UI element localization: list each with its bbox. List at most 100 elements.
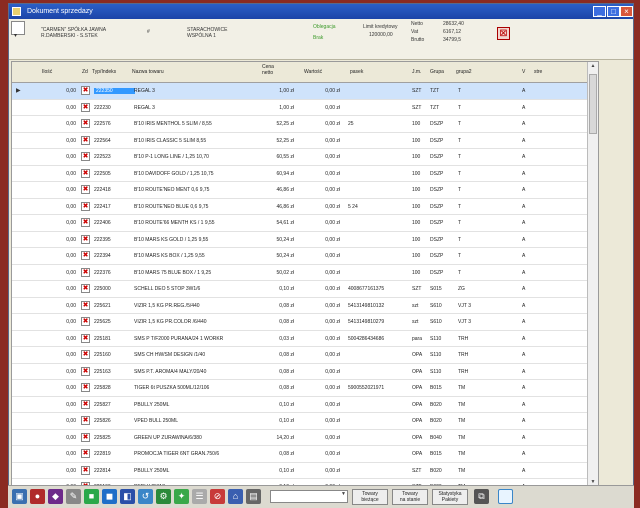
towary-biezace-line2: bieżące [361,497,379,503]
row-delete-checkbox[interactable]: ✖ [81,284,90,293]
row-delete-checkbox[interactable]: ✖ [81,102,90,112]
app-icon-2[interactable]: ● [30,489,45,504]
col-cena[interactable]: Cena netto [262,64,274,76]
table-row[interactable]: ✖ 0,00 222576 B'10 IRIS MENTHOL 5 SLIM / 8,… [12,116,598,133]
table-row[interactable]: ✖ 0,00 222417 B'10 ROUTE'NEO BLUE 0,6 9,75 4… [12,199,598,215]
row-delete-checkbox[interactable]: ✖ [81,267,90,277]
row-delete-checkbox[interactable]: ✖ [81,251,90,260]
delete-document-icon[interactable]: ⊠ [497,27,510,40]
table-row[interactable]: ✖ 0,00 222394 B'10 MARS KS BOX / 1,25 9,55 5… [12,248,598,265]
table-row[interactable]: ✖ 0,00 225827 PBULLY 250ML 0,10 zł 0,00 zł OPA… [12,397,598,413]
app-icon-1[interactable]: ▣ [12,489,27,504]
row-delete-checkbox[interactable]: ✖ [81,432,90,442]
close-icon[interactable]: × [620,6,633,17]
minimize-icon[interactable]: _ [593,6,606,17]
table-row[interactable]: ✖ 0,00 222814 PBULLY 250ML 0,10 zł 0,00 zł SZT… [12,463,598,479]
statystyka-button[interactable]: Statystyka Pakiety [432,489,468,505]
cell-value: 0,00 zł [325,368,340,375]
row-delete-checkbox[interactable]: ✖ [81,383,90,392]
col-typ[interactable]: Typ/Indeks [92,69,116,75]
scrollbar-thumb[interactable] [589,74,597,134]
row-delete-checkbox[interactable]: ✖ [81,234,90,244]
toolbar-search-input[interactable]: ▼ [270,490,348,503]
row-delete-checkbox[interactable]: ✖ [81,119,90,128]
row-delete-checkbox[interactable]: ✖ [81,300,90,310]
table-row[interactable]: ✖ 0,00 222395 B'10 MARS KS GOLD / 1,25 9,55… [12,232,598,248]
row-delete-checkbox[interactable]: ✖ [81,366,90,376]
col-jm[interactable]: J.m. [412,69,421,75]
row-delete-checkbox[interactable]: ✖ [81,168,90,178]
app-icon-11[interactable]: ☰ [192,489,207,504]
row-delete-checkbox[interactable]: ✖ [81,416,90,425]
row-delete-checkbox[interactable]: ✖ [81,135,90,145]
row-delete-checkbox[interactable]: ✖ [81,449,90,458]
row-delete-checkbox[interactable]: ✖ [81,185,90,194]
cell-grupa2: T [458,253,462,259]
panel-toggle-icon[interactable] [498,489,513,504]
row-delete-checkbox[interactable]: ✖ [81,399,90,409]
cell-grupa: DSZP [430,187,444,193]
towary-biezace-button[interactable]: Towary bieżące [352,489,388,505]
row-delete-checkbox[interactable]: ✖ [81,317,90,326]
table-row[interactable]: ✖ 0,00 222418 B'10 ROUTE'NEO MENT 0,6 9,75 4… [12,182,598,199]
table-row[interactable]: ✖ 0,00 225163 SMS P.T. AROMA/4 MALY/20/40 0,… [12,364,598,380]
row-delete-checkbox[interactable]: ✖ [81,152,90,161]
app-icon-8[interactable]: ↺ [138,489,153,504]
col-grupa[interactable]: Grupa [430,69,444,75]
col-zd[interactable]: Zd [82,69,88,75]
row-delete-checkbox[interactable]: ✖ [81,350,90,359]
table-row[interactable]: ✖ 0,00 222376 B'10 MARS 75 BLUE BOX / 1 9,2… [12,265,598,281]
cell-qty: 0,00 [66,187,76,193]
cell-value: 0,00 zł [325,203,340,210]
table-row[interactable]: ✖ 0,00 222406 B'10 ROUTE'66 MENTH KS / 1 9,… [12,215,598,232]
table-row[interactable]: ✖ 0,00 225160 SMS CH HW/SM DESIGN /1/40 0,08… [12,347,598,364]
table-row[interactable]: ✖ 0,00 225825 GREEN UP ZURAWINA/6/380 14,20 … [12,430,598,446]
table-row[interactable]: ✖ 0,00 225621 VIZIR 1,5 KG PR.REG./5/440 0,0… [12,298,598,314]
col-nazwa[interactable]: Nazwa towaru [132,69,164,75]
app-icon-7[interactable]: ◧ [120,489,135,504]
title-bar[interactable]: Dokument sprzedazy _ □ × [9,4,633,19]
scroll-up-icon[interactable]: ▲ [589,63,597,71]
table-row[interactable]: ✖ 0,00 222230 REGAL 3 1,00 zł 0,00 zł SZT TZT T A [12,100,598,116]
app-icon-14[interactable]: ▤ [246,489,261,504]
towary-na-stanie-button[interactable]: Towary na stanie [392,489,428,505]
row-delete-checkbox[interactable]: ✖ [81,201,90,211]
row-delete-checkbox[interactable]: ✖ [81,218,90,227]
cell-value: 0,00 zł [325,104,340,111]
col-grupa2[interactable]: grupa2 [456,69,472,75]
table-row[interactable]: ✖ 0,00 222819 PROMOCJA TIGER 6NT GRAN.750/6… [12,446,598,463]
col-wartosc[interactable]: Wartość [304,69,322,75]
table-row[interactable]: ✖ 0,00 222505 B'10 DAVIDOFF GOLD / 1,25 10,… [12,166,598,182]
table-row[interactable]: ✖ 0,00 225828 TIGER 6t PUSZKA 500ML/12/106 0… [12,380,598,397]
table-row[interactable]: ✖ 0,00 225181 SMS P T/F2000 PURANA/24 1 WOR… [12,331,598,347]
table-row[interactable]: ▶ ✖ 0,00 222350 REGAL 3 1,00 zł 0,00 zł SZT TZT T… [12,83,598,100]
cell-grupa: DSZP [430,137,444,144]
cell-grupa2: T [458,187,462,193]
app-icon-12[interactable]: ⊘ [210,489,225,504]
app-icon-5[interactable]: ■ [84,489,99,504]
row-delete-checkbox[interactable]: ✖ [81,333,90,343]
app-icon-3[interactable]: ◆ [48,489,63,504]
table-row[interactable]: ✖ 0,00 222564 B'10 IRIS CLASSIC 5 SLIM 8,55… [12,133,598,149]
table-row[interactable]: ✖ 0,00 225625 VIZIR 1,5 KG PR.COLOR /6/440 0… [12,314,598,331]
app-icon-10[interactable]: ✦ [174,489,189,504]
table-row[interactable]: ✖ 0,00 225000 SCHELL DEO 5 STOP 3W1/6 0,10 z… [12,281,598,298]
cell-jm: 100 [412,154,421,160]
table-row[interactable]: ✖ 0,00 222523 B'10 P-1 LONG LINE / 1,25 10,… [12,149,598,166]
col-ilosc[interactable]: Ilość [42,69,52,75]
app-icon-4[interactable]: ✎ [66,489,81,504]
app-icon-9[interactable]: ⚙ [156,489,171,504]
maximize-icon[interactable]: □ [607,6,620,17]
col-v[interactable]: V [522,69,525,75]
row-delete-checkbox[interactable]: ✖ [81,465,90,475]
cell-qty: 0,00 [66,88,76,94]
app-icon-6[interactable]: ◼ [102,489,117,504]
row-delete-checkbox[interactable]: ✖ [81,86,90,95]
table-row[interactable]: ✖ 0,00 225826 VPED BULL 250ML 0,10 zł 0,00 zł… [12,413,598,430]
cell-pasek: 5900552021971 [348,385,385,391]
app-icon-13[interactable]: ⌂ [228,489,243,504]
col-stre[interactable]: stre [534,69,542,75]
col-pasek[interactable]: pasek [350,69,363,75]
vertical-scrollbar[interactable]: ▲ ▼ [587,62,598,488]
book-icon[interactable]: ⧉ [474,489,489,504]
